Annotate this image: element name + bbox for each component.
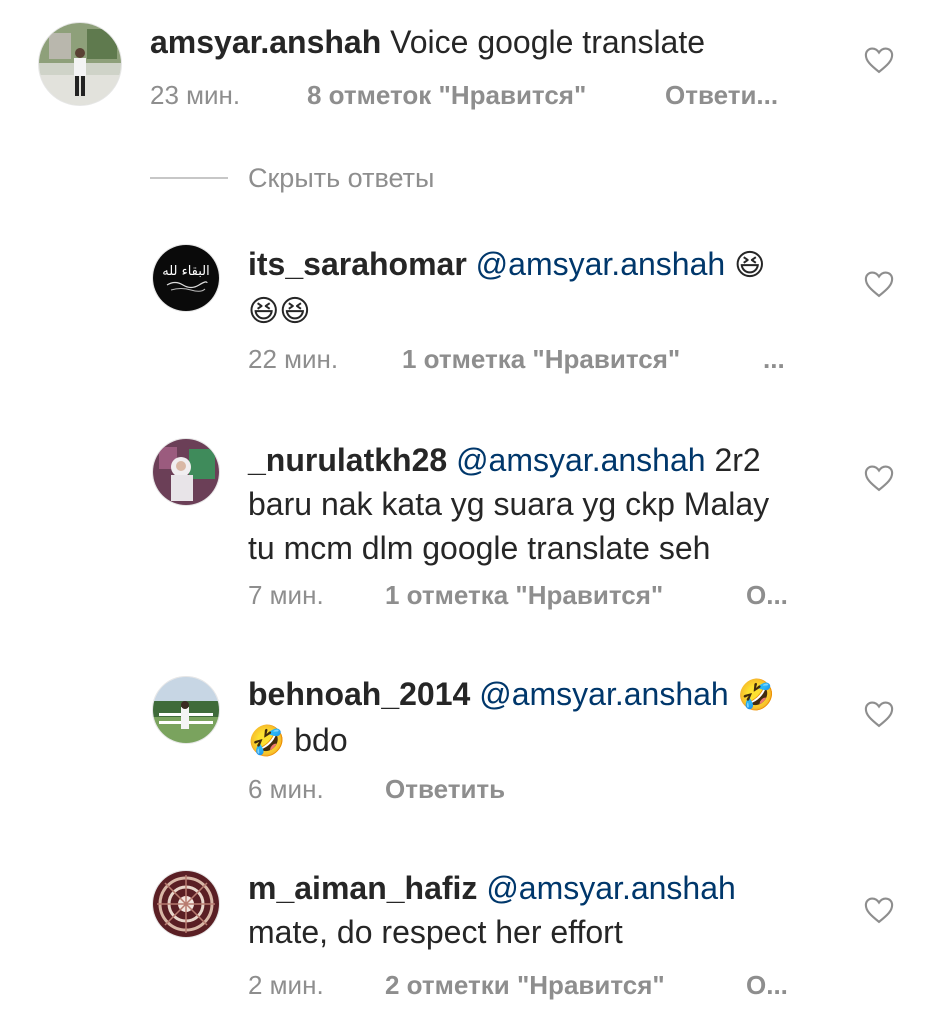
hide-replies-label[interactable]: Скрыть ответы (248, 160, 434, 196)
timestamp: 22 мин. (248, 344, 339, 374)
username[interactable]: _nurulatkh28 (248, 442, 447, 478)
more-options[interactable]: ... (763, 344, 785, 374)
likes-count[interactable]: 8 отметок "Нравится" (307, 80, 586, 110)
username[interactable]: its_sarahomar (248, 246, 467, 282)
avatar-photo: البقاء لله (153, 245, 219, 311)
comment-text: bdo (294, 722, 348, 758)
mention-link[interactable]: @amsyar.anshah (486, 870, 736, 906)
mention-link[interactable]: @amsyar.anshah (456, 442, 706, 478)
comment-body: _nurulatkh28 @amsyar.anshah 2r2 baru nak… (248, 438, 848, 570)
likes-count[interactable]: 1 отметка "Нравится" (402, 344, 680, 374)
timestamp: 7 мин. (248, 580, 324, 610)
avatar-photo (39, 23, 121, 105)
laughing-emoji: 😆 (734, 248, 766, 283)
avatar-photo (153, 439, 219, 505)
comment-text: tu mcm dlm google translate seh (248, 530, 711, 566)
laughing-emoji: 😆😆 (248, 294, 311, 329)
avatar[interactable] (152, 438, 220, 506)
avatar[interactable] (152, 676, 220, 744)
comment-body: its_sarahomar @amsyar.anshah 😆 😆😆 (248, 242, 828, 334)
comment-body: behnoah_2014 @amsyar.anshah 🤣 🤣 bdo (248, 672, 828, 764)
heart-icon[interactable] (864, 464, 894, 492)
comment-text: 2r2 (714, 442, 761, 478)
comment-text: mate, do respect her effort (248, 914, 623, 950)
comment-body: m_aiman_hafiz @amsyar.anshah mate, do re… (248, 866, 828, 954)
timestamp: 2 мин. (248, 970, 324, 1000)
comment-text: baru nak kata yg suara yg ckp Malay (248, 486, 770, 522)
reply-button[interactable]: Ответить (385, 774, 505, 804)
mention-link[interactable]: @amsyar.anshah (479, 676, 729, 712)
username[interactable]: amsyar.anshah (150, 24, 381, 60)
avatar[interactable] (152, 870, 220, 938)
likes-count[interactable]: 1 отметка "Нравится" (385, 580, 663, 610)
divider-line (150, 177, 228, 179)
heart-icon[interactable] (864, 700, 894, 728)
timestamp: 23 мин. (150, 80, 241, 110)
comment-text: Voice google translate (390, 24, 706, 60)
mention-link[interactable]: @amsyar.anshah (476, 246, 726, 282)
avatar[interactable]: البقاء لله (152, 244, 220, 312)
username[interactable]: m_aiman_hafiz (248, 870, 477, 906)
svg-text:البقاء لله: البقاء لله (162, 264, 210, 279)
avatar-photo (153, 871, 219, 937)
reply-button[interactable]: О... (746, 580, 788, 610)
avatar[interactable] (38, 22, 122, 106)
heart-icon[interactable] (864, 46, 894, 74)
comment-body: amsyar.anshah Voice google translate (150, 20, 705, 64)
timestamp: 6 мин. (248, 774, 324, 804)
rolling-laughing-emoji: 🤣 (737, 678, 775, 713)
reply-button[interactable]: Ответи... (665, 80, 778, 110)
heart-icon[interactable] (864, 896, 894, 924)
username[interactable]: behnoah_2014 (248, 676, 470, 712)
avatar-photo (153, 677, 219, 743)
likes-count[interactable]: 2 отметки "Нравится" (385, 970, 665, 1000)
rolling-laughing-emoji: 🤣 (248, 724, 286, 759)
reply-button[interactable]: О... (746, 970, 788, 1000)
heart-icon[interactable] (864, 270, 894, 298)
